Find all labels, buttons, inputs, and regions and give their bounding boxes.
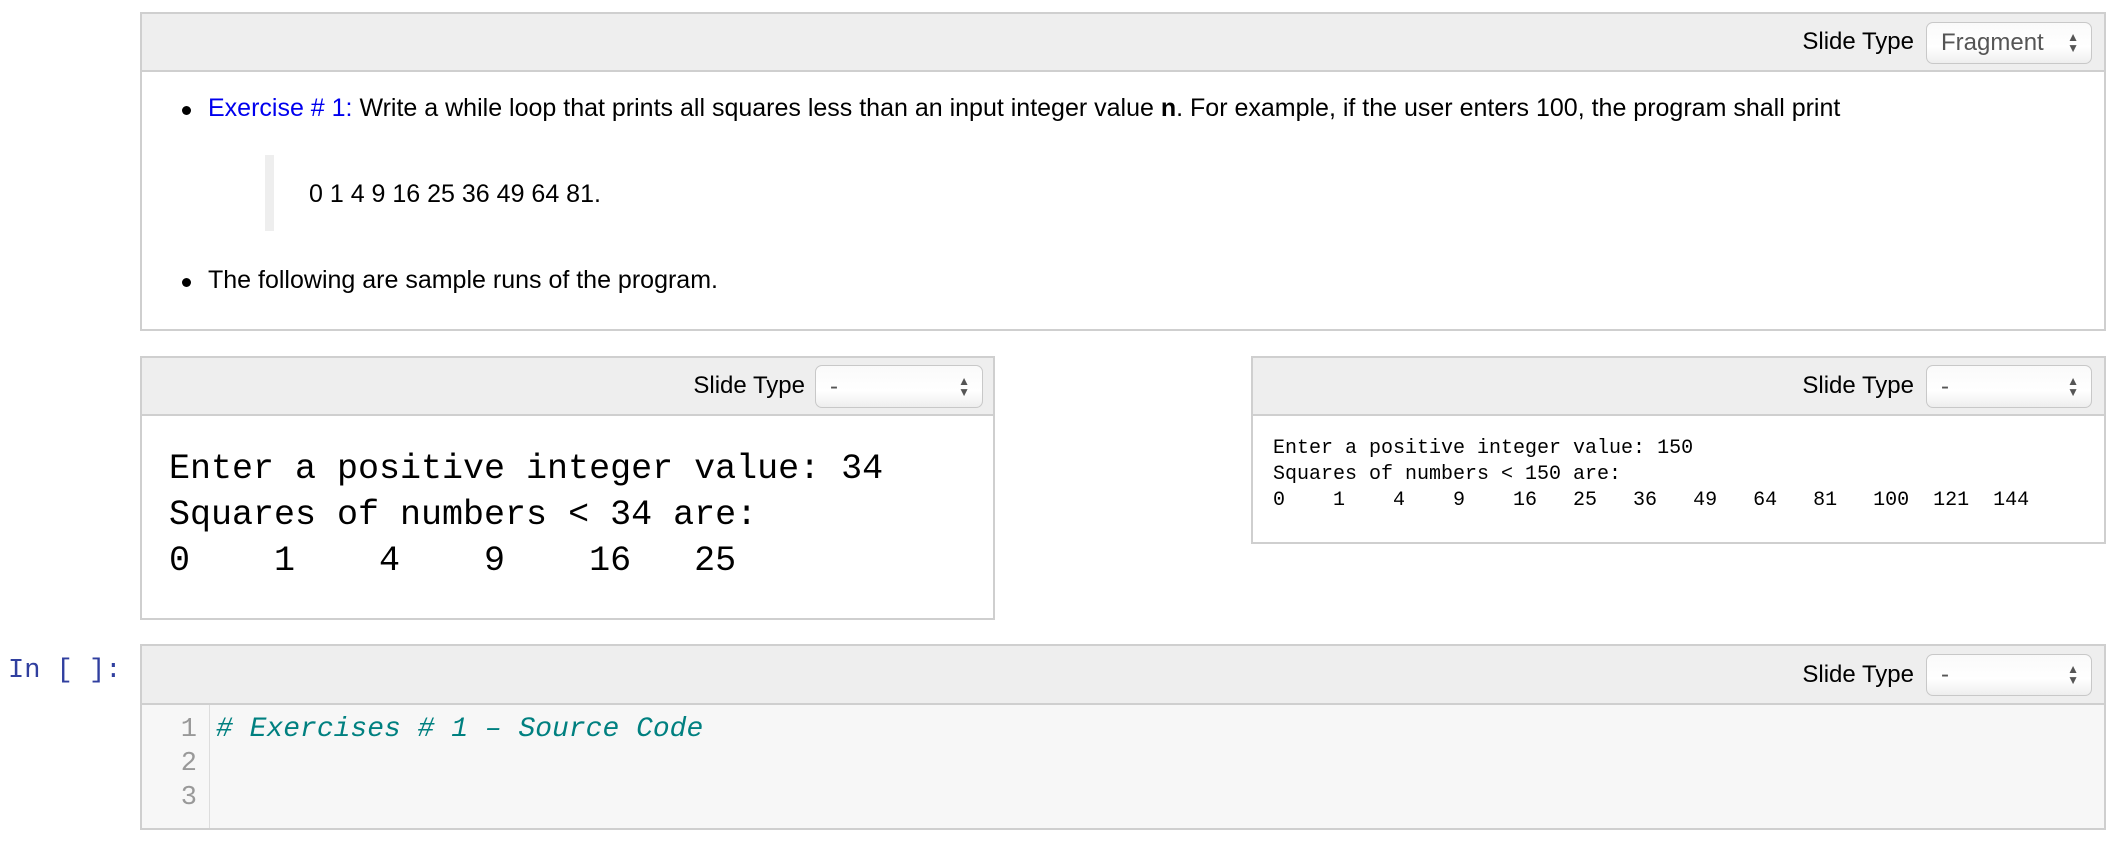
line-number: 1 [180, 715, 197, 745]
output-line: Enter a positive integer value: 34 [169, 449, 884, 489]
input-prompt: In [ ]: [8, 656, 122, 686]
slide-type-label: Slide Type [1802, 660, 1914, 688]
output-line: Enter a positive integer value: 150 [1273, 437, 1694, 460]
updown-arrows-icon: ▲ ▼ [2067, 30, 2079, 55]
output-line: Squares of numbers < 34 are: [169, 495, 758, 535]
slide-type-value: Fragment [1941, 29, 2044, 56]
slide-type-select[interactable]: Fragment ▲ ▼ [1926, 22, 2092, 64]
slide-type-value: - [1941, 661, 1949, 688]
output-line: 0 1 4 9 16 25 [169, 541, 737, 581]
output-line: 0 1 4 9 16 25 36 49 64 81 100 121 144 [1273, 489, 2030, 512]
exercise-text-2: . For example, if the user enters 100, t… [1176, 94, 1841, 122]
exercise-link[interactable]: Exercise # 1: [208, 94, 353, 122]
slide-type-label: Slide Type [693, 372, 805, 399]
slide-type-value: - [1941, 372, 1949, 400]
sample-output-1: Enter a positive integer value: 34 Square… [169, 446, 883, 584]
slide-type-select[interactable]: - ▲ ▼ [815, 365, 983, 408]
cell-toolbar: Slide Type - ▲ ▼ [142, 358, 993, 416]
cell-toolbar: Slide Type Fragment ▲ ▼ [142, 14, 2104, 72]
sample-output-2: Enter a positive integer value: 150 Squar… [1273, 436, 2029, 514]
line-number-gutter: 1 2 3 [142, 705, 210, 828]
output-line: Squares of numbers < 150 are: [1273, 463, 1622, 486]
cell-toolbar: Slide Type - ▲ ▼ [1253, 358, 2104, 416]
blockquote-bar [265, 155, 274, 231]
slide-type-label: Slide Type [1802, 28, 1914, 55]
updown-arrows-icon: ▲ ▼ [958, 373, 970, 399]
slide-type-label: Slide Type [1802, 372, 1914, 399]
line-numbers: 1 2 3 [181, 713, 197, 815]
code-line[interactable]: ​ [216, 747, 703, 781]
markdown-cell-sample-2[interactable]: Slide Type - ▲ ▼ Enter a positive integer… [1251, 356, 2106, 544]
markdown-cell-sample-1[interactable]: Slide Type - ▲ ▼ Enter a positive integer… [140, 356, 995, 620]
code-editor[interactable]: # Exercises # 1 – Source Code​​ [216, 713, 703, 815]
updown-arrows-icon: ▲ ▼ [2067, 373, 2079, 399]
updown-arrows-icon: ▲ ▼ [2067, 662, 2079, 687]
code-line[interactable]: ​ [216, 781, 703, 815]
markdown-cell-exercise[interactable]: Slide Type Fragment ▲ ▼ Exercise # 1: Wri… [140, 12, 2106, 331]
cell-toolbar: Slide Type - ▲ ▼ [142, 646, 2104, 705]
slide-type-value: - [830, 372, 838, 400]
slide-type-select[interactable]: - ▲ ▼ [1926, 654, 2092, 696]
exercise-bold-n: n [1160, 94, 1177, 122]
sample-runs-bullet: The following are sample runs of the pro… [182, 266, 718, 294]
exercise-bullet: Exercise # 1: Write a while loop that pr… [181, 94, 1841, 123]
code-line[interactable]: # Exercises # 1 – Source Code [216, 713, 703, 747]
blockquote-text: 0 1 4 9 16 25 36 49 64 81. [309, 180, 601, 208]
line-number: 2 [180, 749, 197, 779]
slide-type-select[interactable]: - ▲ ▼ [1926, 365, 2092, 408]
code-cell[interactable]: Slide Type - ▲ ▼ 1 2 3 # Exercises # 1 – So… [140, 644, 2106, 830]
line-number: 3 [180, 783, 197, 813]
exercise-text: Write a while loop that prints all squar… [352, 94, 1161, 122]
